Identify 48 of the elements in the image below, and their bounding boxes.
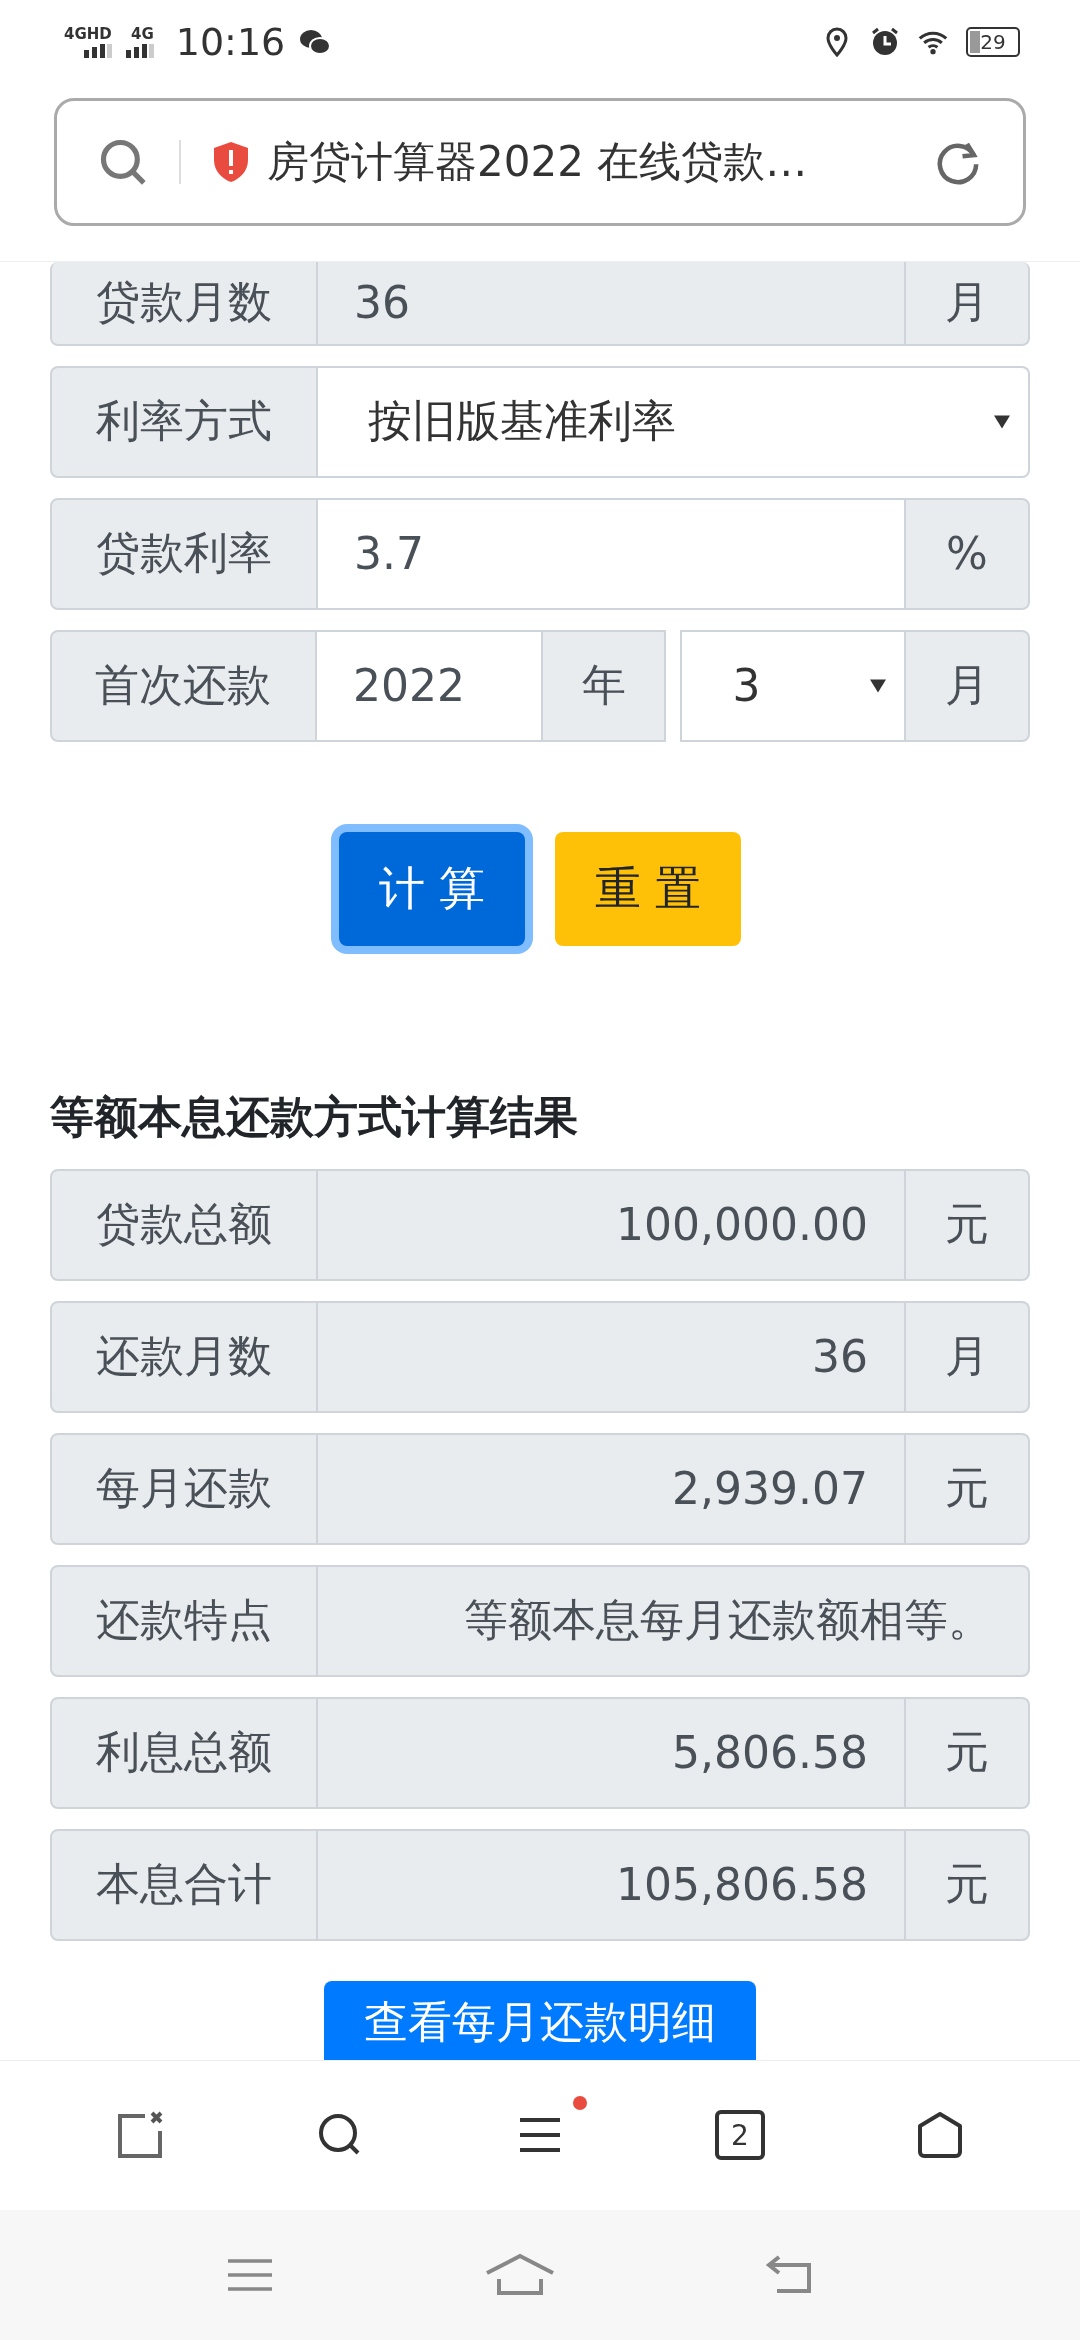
field-label: 利息总额 [50, 1696, 318, 1809]
battery-icon: 29 [966, 26, 1020, 57]
field-label: 贷款利率 [50, 497, 318, 610]
close-tab-icon[interactable] [115, 2110, 165, 2161]
field-label: 首次还款 [50, 629, 317, 742]
network-label: 4GHD [64, 25, 112, 42]
result-value: 105,806.58 [318, 1828, 906, 1941]
field-label: 还款月数 [50, 1300, 318, 1413]
select-field[interactable]: 3 [680, 629, 907, 742]
input-field: 36 [318, 261, 906, 346]
result-value: 等额本息每月还款额相等。 [318, 1564, 1030, 1677]
select-field[interactable]: 按旧版基准利率 [318, 365, 1030, 478]
signal-icon [81, 43, 112, 58]
input-field[interactable]: 3.7 [318, 497, 906, 610]
unit-label: 年 [542, 629, 667, 742]
home-icon[interactable] [915, 2110, 965, 2161]
field-label: 贷款总额 [50, 1168, 318, 1281]
network-label: 4G [131, 25, 154, 42]
action-button[interactable]: 重 置 [555, 831, 741, 946]
unit-label: 元 [906, 1168, 1030, 1281]
unit-label: 元 [906, 1696, 1030, 1809]
result-value: 2,939.07 [318, 1432, 906, 1545]
unit-label: 月 [906, 629, 1030, 742]
unit-label: 元 [906, 1432, 1030, 1545]
unit-label: 元 [906, 1828, 1030, 1941]
page-title: 房贷计算器2022 在线贷款… [267, 135, 809, 188]
field-label: 还款特点 [50, 1564, 318, 1677]
signal-icon [123, 43, 154, 58]
tab-count-button[interactable]: 2 [715, 2110, 765, 2161]
unit-label: 月 [906, 261, 1030, 346]
alarm-clock-icon [870, 26, 900, 57]
field-label: 贷款月数 [50, 261, 318, 346]
unit-label: % [906, 497, 1030, 610]
dropdown-caret-icon [870, 678, 887, 693]
section-heading: 等额本息还款方式计算结果 [50, 1089, 579, 1144]
dropdown-caret-icon [994, 414, 1010, 429]
input-field[interactable]: 2022 [316, 629, 543, 742]
detail-button[interactable]: 查看每月还款明细 [324, 1980, 756, 2060]
result-value: 100,000.00 [318, 1168, 906, 1281]
clock-time: 10:16 [175, 19, 286, 64]
shield-warning-icon [211, 139, 251, 184]
field-label: 每月还款 [50, 1432, 318, 1545]
field-label: 利率方式 [50, 365, 318, 478]
result-value: 36 [318, 1300, 906, 1413]
field-label: 本息合计 [50, 1828, 318, 1941]
unit-label: 月 [906, 1300, 1030, 1413]
address-bar[interactable]: 房贷计算器2022 在线贷款… [54, 97, 1026, 226]
result-value: 5,806.58 [318, 1696, 906, 1809]
